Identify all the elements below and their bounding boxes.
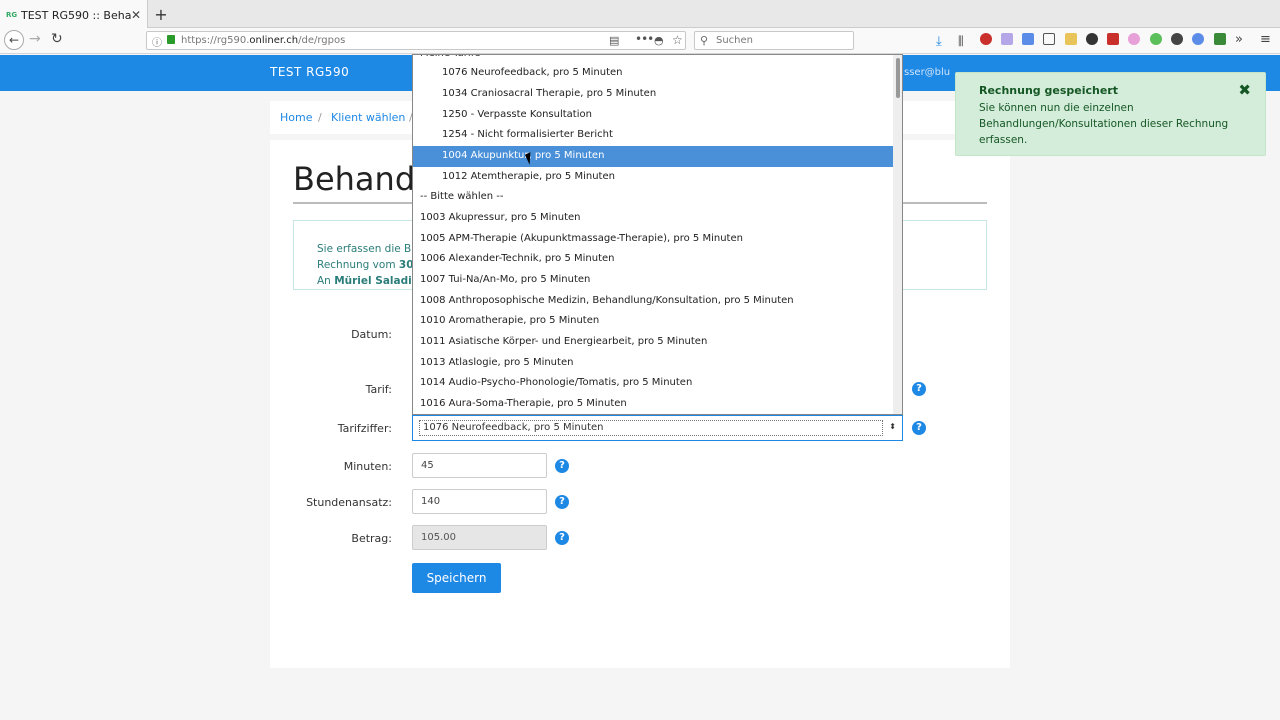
tarifziffer-select[interactable]: 1076 Neurofeedback, pro 5 Minuten ⬍	[412, 415, 903, 441]
minuten-help-icon[interactable]: ?	[555, 459, 569, 473]
dropdown-option[interactable]: 1008 Anthroposophische Medizin, Behandlu…	[413, 291, 895, 312]
toast-message: Sie können nun die einzelnen Behandlunge…	[979, 102, 1229, 146]
dropdown-option-highlighted[interactable]: 1004 Akupunktur, pro 5 Minuten	[413, 146, 895, 167]
window-icon[interactable]	[1043, 33, 1055, 45]
pocket-icon[interactable]: ◓	[654, 34, 664, 47]
tarif-label: Tarif:	[365, 383, 392, 396]
info-line: Sie erfassen die B	[317, 243, 412, 255]
breadcrumb-client[interactable]: Klient wählen	[331, 111, 405, 124]
stundenansatz-input[interactable]: 140	[412, 489, 547, 514]
more-actions-icon[interactable]: •••	[635, 32, 654, 46]
dropdown-scrollbar-thumb[interactable]	[896, 58, 900, 98]
extension-icon[interactable]	[1001, 33, 1013, 45]
reload-icon[interactable]: ↻	[51, 31, 63, 47]
tarif-help-icon[interactable]: ?	[912, 382, 926, 396]
dropdown-option[interactable]: 1014 Audio-Psycho-Phonologie/Tomatis, pr…	[413, 373, 895, 394]
dropdown-option[interactable]: -- Bitte wählen --	[413, 187, 895, 208]
extension-icon[interactable]	[1022, 33, 1034, 45]
tab-close-icon[interactable]: ✕	[131, 8, 141, 22]
tarifziffer-help-icon[interactable]: ?	[912, 421, 926, 435]
url-text: https://rg590.onliner.ch/de/rgpos	[181, 35, 346, 46]
dropdown-option[interactable]: 1005 APM-Therapie (Akupunktmassage-Thera…	[413, 229, 895, 250]
close-icon[interactable]: ✖	[1238, 81, 1251, 99]
minuten-input[interactable]: 45	[412, 453, 547, 478]
dropdown-option[interactable]: 1250 - Verpasste Konsultation	[413, 105, 895, 126]
stundenansatz-label: Stundenansatz:	[306, 496, 392, 509]
breadcrumb-separator: /	[318, 111, 322, 124]
extension-icon[interactable]	[1128, 33, 1140, 45]
extension-icon[interactable]	[1214, 33, 1226, 45]
breadcrumb-home[interactable]: Home	[280, 111, 312, 124]
new-tab-icon[interactable]: +	[153, 5, 169, 24]
reader-view-icon[interactable]: ▤	[609, 34, 619, 47]
betrag-label: Betrag:	[351, 532, 392, 545]
tarifziffer-selected-value: 1076 Neurofeedback, pro 5 Minuten	[419, 420, 883, 436]
dropdown-option[interactable]: 1006 Alexander-Technik, pro 5 Minuten	[413, 249, 895, 270]
brand-link[interactable]: TEST RG590	[270, 65, 349, 79]
favicon-icon: RG	[6, 11, 18, 19]
dropdown-option[interactable]: 1007 Tui-Na/An-Mo, pro 5 Minuten	[413, 270, 895, 291]
dropdown-option[interactable]: 1011 Asiatische Körper- und Energiearbei…	[413, 332, 895, 353]
tab-title: TEST RG590 :: Behandlun	[21, 8, 131, 22]
dropdown-option[interactable]: 1003 Akupressur, pro 5 Minuten	[413, 208, 895, 229]
dropdown-option[interactable]: 1076 Neurofeedback, pro 5 Minuten	[413, 63, 895, 84]
dropdown-option[interactable]: 1012 Atemtherapie, pro 5 Minuten	[413, 167, 895, 188]
minuten-label: Minuten:	[343, 460, 392, 473]
dropdown-option[interactable]: 1254 - Nicht formalisierter Bericht	[413, 125, 895, 146]
save-button[interactable]: Speichern	[412, 563, 501, 593]
info-line: An Müriel Saladi	[317, 275, 412, 287]
adblock-icon[interactable]	[980, 33, 992, 45]
info-line: Rechnung vom 30	[317, 259, 414, 271]
datum-label: Datum:	[351, 328, 392, 341]
select-arrows-icon: ⬍	[889, 422, 896, 431]
extension-icon[interactable]	[1086, 33, 1098, 45]
extension-icon[interactable]	[1107, 33, 1119, 45]
search-input[interactable]: ⚲ Suchen	[694, 31, 854, 50]
download-icon[interactable]: ⤓	[936, 34, 948, 49]
toast-title: Rechnung gespeichert	[979, 84, 1118, 97]
extension-icon[interactable]	[1171, 33, 1183, 45]
browser-tab[interactable]: RG TEST RG590 :: Behandlun ✕	[0, 0, 148, 30]
library-icon[interactable]: ⫼	[958, 34, 970, 48]
url-bar[interactable]: ⓘ https://rg590.onliner.ch/de/rgpos ▤ ••…	[146, 31, 686, 50]
stundenansatz-help-icon[interactable]: ?	[555, 495, 569, 509]
dropdown-scrollbar[interactable]	[893, 55, 902, 414]
browser-tab-bar: RG TEST RG590 :: Behandlun ✕ +	[0, 0, 1280, 30]
betrag-help-icon[interactable]: ?	[555, 531, 569, 545]
hamburger-menu-icon[interactable]: ≡	[1260, 32, 1272, 47]
back-icon[interactable]: ←	[4, 30, 24, 50]
success-toast: Rechnung gespeichert : Sie können nun di…	[955, 72, 1266, 156]
dropdown-option[interactable]: 1016 Aura-Soma-Therapie, pro 5 Minuten	[413, 394, 895, 414]
tarifziffer-label: Tarifziffer:	[337, 422, 392, 435]
toast-colon: :	[1109, 84, 1113, 97]
bookmark-star-icon[interactable]: ☆	[672, 33, 683, 47]
search-icon: ⚲	[700, 34, 709, 47]
dropdown-option[interactable]: 1034 Craniosacral Therapie, pro 5 Minute…	[413, 84, 895, 105]
extension-icon[interactable]	[1150, 33, 1162, 45]
dropdown-option[interactable]: 1010 Aromatherapie, pro 5 Minuten	[413, 311, 895, 332]
overflow-chevron-icon[interactable]: »	[1235, 32, 1247, 47]
extension-icon[interactable]	[1065, 33, 1077, 45]
info-icon[interactable]: ⓘ	[152, 34, 162, 49]
forward-icon[interactable]: →	[29, 31, 41, 47]
extension-icon[interactable]	[1192, 33, 1204, 45]
tarifziffer-dropdown-list[interactable]: Meine Tarife 1076 Neurofeedback, pro 5 M…	[412, 54, 903, 415]
betrag-readonly-field: 105.00	[412, 525, 547, 550]
search-placeholder: Suchen	[716, 35, 754, 46]
lock-icon[interactable]	[167, 35, 175, 44]
user-menu[interactable]: sser@blu	[904, 67, 950, 78]
dropdown-option[interactable]: 1013 Atlaslogie, pro 5 Minuten	[413, 353, 895, 374]
